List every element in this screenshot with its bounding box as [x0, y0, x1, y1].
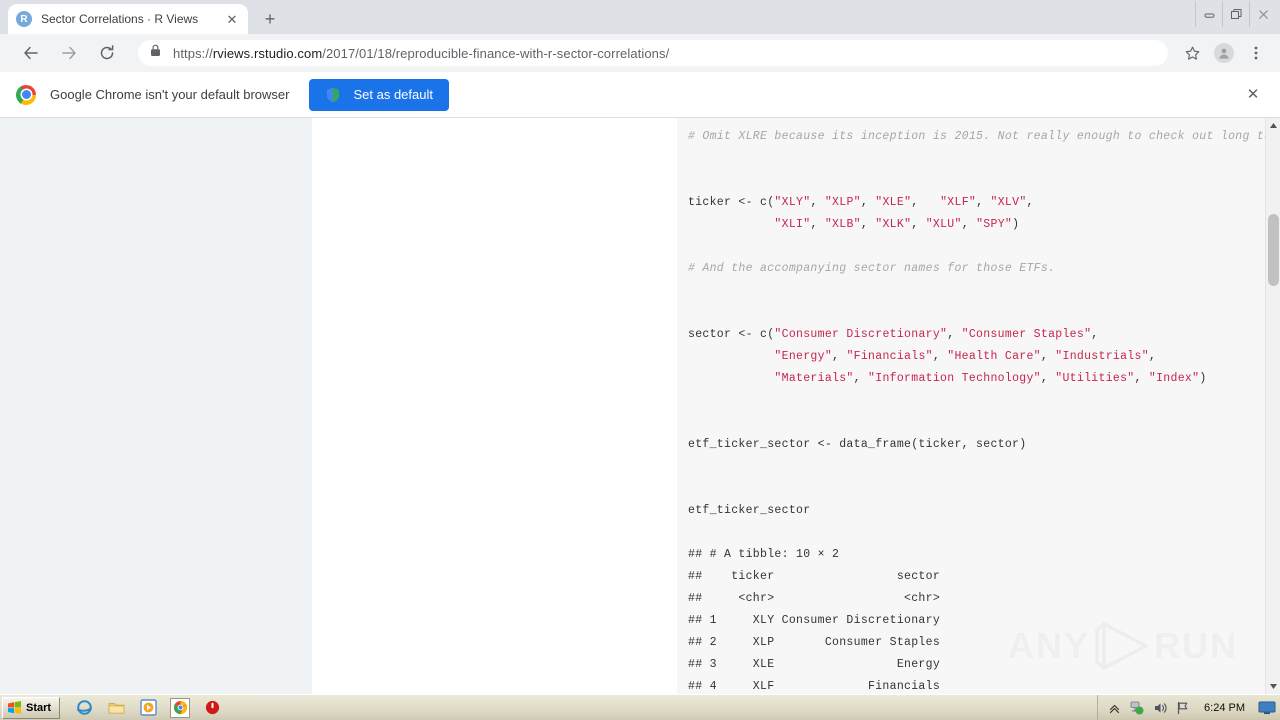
chrome-logo-icon	[16, 84, 36, 105]
windows-logo-icon	[7, 700, 22, 715]
scrollbar-thumb[interactable]	[1268, 214, 1279, 286]
media-player-icon[interactable]	[138, 698, 158, 718]
screen: R Sector Correlations · R Views ✕ + http…	[0, 0, 1280, 720]
new-tab-button[interactable]: +	[258, 7, 282, 31]
address-bar[interactable]: https://rviews.rstudio.com/2017/01/18/re…	[138, 40, 1168, 66]
scroll-down-arrow-icon[interactable]	[1266, 679, 1280, 694]
network-icon[interactable]	[1129, 700, 1145, 716]
page-viewport: # Omit XLRE because its inception is 201…	[0, 118, 1280, 694]
windows-taskbar: Start 6:24 PM	[0, 694, 1280, 720]
browser-tab[interactable]: R Sector Correlations · R Views ✕	[8, 4, 248, 34]
shield-icon	[325, 87, 341, 103]
scroll-up-arrow-icon[interactable]	[1266, 118, 1280, 133]
internet-explorer-icon[interactable]	[74, 698, 94, 718]
infobar-message: Google Chrome isn't your default browser	[50, 87, 290, 102]
window-controls	[1195, 0, 1276, 28]
default-browser-infobar: Google Chrome isn't your default browser…	[0, 72, 1280, 118]
tab-close-icon[interactable]: ✕	[224, 11, 240, 27]
start-button[interactable]: Start	[2, 696, 61, 719]
forward-arrow-icon[interactable]	[55, 39, 83, 67]
system-tray: 6:24 PM	[1097, 695, 1280, 720]
back-arrow-icon[interactable]	[17, 39, 45, 67]
restore-button[interactable]	[1222, 1, 1249, 27]
close-button[interactable]	[1249, 1, 1276, 27]
show-hidden-icons-icon[interactable]	[1106, 700, 1122, 716]
quick-launch-bar	[74, 697, 222, 718]
infobar-close-icon[interactable]: ✕	[1242, 84, 1264, 106]
language-flag-icon[interactable]	[1175, 700, 1191, 716]
avatar	[1214, 43, 1234, 63]
lock-icon	[150, 44, 163, 62]
star-icon[interactable]	[1179, 40, 1205, 66]
set-as-default-label: Set as default	[353, 87, 433, 102]
url-host: rviews.rstudio.com	[212, 45, 323, 61]
code-block: # Omit XLRE because its inception is 201…	[677, 118, 1280, 694]
volume-icon[interactable]	[1152, 700, 1168, 716]
url-text: https://rviews.rstudio.com/2017/01/18/re…	[173, 46, 669, 61]
tab-title: Sector Correlations · R Views	[41, 12, 199, 26]
rstudio-favicon-icon: R	[16, 11, 32, 27]
url-scheme: https://	[173, 45, 213, 61]
three-dot-menu-icon[interactable]	[1243, 40, 1269, 66]
profile-avatar-icon[interactable]	[1211, 40, 1237, 66]
tab-strip: R Sector Correlations · R Views ✕ +	[0, 0, 1280, 34]
reload-icon[interactable]	[93, 39, 121, 67]
clock[interactable]: 6:24 PM	[1204, 702, 1245, 714]
folder-explorer-icon[interactable]	[106, 698, 126, 718]
shutdown-icon[interactable]	[202, 698, 222, 718]
article-column: # Omit XLRE because its inception is 201…	[312, 118, 1280, 694]
browser-toolbar: https://rviews.rstudio.com/2017/01/18/re…	[0, 34, 1280, 72]
chrome-icon[interactable]	[170, 697, 191, 718]
url-path: /2017/01/18/reproducible-finance-with-r-…	[322, 45, 670, 61]
set-as-default-button[interactable]: Set as default	[309, 78, 449, 111]
minimize-button[interactable]	[1195, 1, 1222, 27]
start-label: Start	[26, 701, 52, 714]
show-desktop-icon[interactable]	[1258, 701, 1276, 715]
chrome-window: R Sector Correlations · R Views ✕ + http…	[0, 0, 1280, 694]
page-scrollbar[interactable]	[1265, 118, 1280, 694]
code-content: # Omit XLRE because its inception is 201…	[688, 130, 1280, 693]
